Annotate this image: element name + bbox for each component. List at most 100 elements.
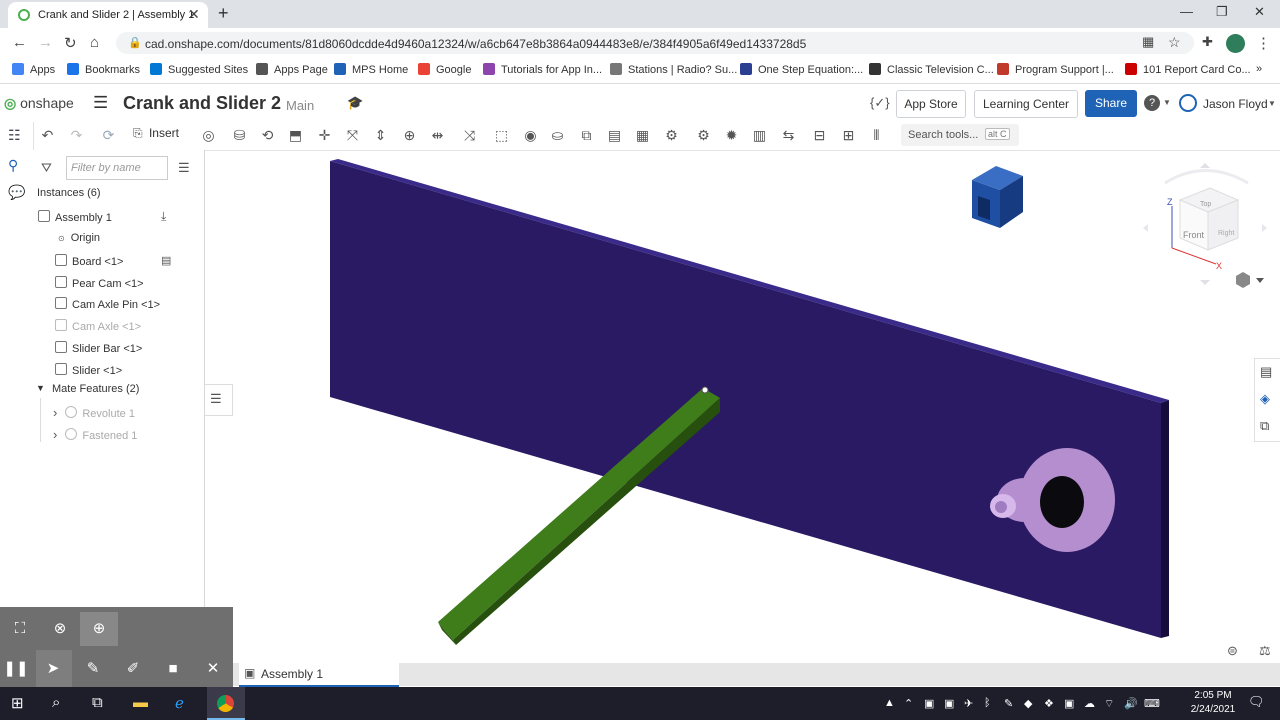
revolute-mate-icon[interactable]: ⟲ xyxy=(259,127,276,144)
keyboard-icon[interactable]: ⌨ xyxy=(1144,697,1160,710)
render-options-icon[interactable]: ⊜ xyxy=(1227,643,1238,659)
expand-chevron-icon[interactable]: › xyxy=(53,427,57,442)
group-icon[interactable]: ⬚ xyxy=(493,127,510,144)
maximize-icon[interactable]: ❐ xyxy=(1216,4,1228,20)
back-icon[interactable]: ← xyxy=(12,34,27,51)
screw-relation-icon[interactable]: ▥ xyxy=(751,127,768,144)
camera-tool-icon[interactable]: ■ xyxy=(160,656,186,682)
pen-icon[interactable]: ✎ xyxy=(1004,697,1013,710)
view-options-icon[interactable] xyxy=(1236,272,1264,288)
pattern-icon[interactable]: ▤ xyxy=(606,127,623,144)
bookmark-item[interactable]: Suggested Sites xyxy=(150,63,248,76)
bom-panel-icon[interactable]: ⧉ xyxy=(1260,418,1269,434)
tree-item-assembly[interactable]: Assembly 1 xyxy=(38,210,112,224)
lock-icon[interactable]: 🔒 xyxy=(128,36,142,49)
undo-icon[interactable]: ↶ xyxy=(39,127,56,144)
mate-features-header[interactable]: Mate Features (2) xyxy=(52,383,139,395)
view-cube[interactable]: Top Front Right Z X xyxy=(1167,187,1240,271)
collapse-mates-icon[interactable]: ▼ xyxy=(36,383,45,393)
taskbar-clock[interactable]: 2:05 PM 2/24/2021 xyxy=(1188,689,1238,717)
slider-part[interactable] xyxy=(972,166,1023,228)
bookmark-item[interactable]: Stations | Radio? Su... xyxy=(610,63,737,76)
dropbox-icon[interactable]: ❖ xyxy=(1044,697,1054,710)
tangent-mate-icon[interactable]: ⤨ xyxy=(461,127,478,144)
rotate-right-arrow-icon[interactable] xyxy=(1262,224,1267,232)
mate-connector-icon[interactable]: ◎ xyxy=(200,127,217,144)
named-views-icon[interactable]: ⫴ xyxy=(868,127,885,144)
pen-tool-icon[interactable]: ✎ xyxy=(80,656,106,682)
featurescript-icon[interactable]: {✓} xyxy=(870,95,890,111)
workspace-name[interactable]: Main xyxy=(286,98,314,113)
parallel-mate-icon[interactable]: ⇹ xyxy=(429,127,446,144)
exploded-view-icon[interactable]: ▦ xyxy=(634,127,651,144)
user-name[interactable]: Jason Floyd xyxy=(1203,97,1268,111)
windows-start-icon[interactable]: ⊞ xyxy=(11,694,24,712)
tree-item-instance[interactable]: Board <1> xyxy=(55,254,123,268)
pin-slot-mate-icon[interactable]: ⇕ xyxy=(372,127,389,144)
browser-menu-icon[interactable]: ⋮ xyxy=(1256,34,1271,52)
rotate-down-arrow-icon[interactable] xyxy=(1200,280,1210,285)
graphics-viewport[interactable]: Top Front Right Z X xyxy=(205,150,1280,662)
document-title[interactable]: Crank and Slider 2 xyxy=(123,93,281,114)
filter-icon[interactable]: ⛛ xyxy=(41,160,52,176)
teams-icon[interactable]: ▣ xyxy=(924,697,934,710)
tree-item-mate[interactable]: › Fastened 1 xyxy=(53,427,137,442)
tree-item-instance[interactable]: Pear Cam <1> xyxy=(55,275,144,290)
google-drive-icon[interactable]: ▲ xyxy=(884,697,895,709)
board-options-icon[interactable]: ▤ xyxy=(161,254,171,267)
tree-item-instance[interactable]: Slider Bar <1> xyxy=(55,340,142,355)
learning-center-button[interactable]: Learning Center xyxy=(974,90,1078,118)
volume-icon[interactable]: 🔊 xyxy=(1124,697,1138,710)
user-avatar-icon[interactable] xyxy=(1179,94,1197,112)
more-bookmarks-icon[interactable]: » xyxy=(1256,63,1262,75)
close-tab-icon[interactable]: ✕ xyxy=(188,6,200,23)
url-text[interactable]: cad.onshape.com/documents/81d8060dcdde4d… xyxy=(145,37,806,51)
bluetooth-icon[interactable]: ᛒ xyxy=(984,697,991,709)
forward-icon[interactable]: → xyxy=(38,34,53,51)
bookmark-item[interactable]: 101 Report Card Co... xyxy=(1125,63,1251,76)
bookmark-item[interactable]: Tutorials for App In... xyxy=(483,63,602,76)
rotate-view-arc[interactable] xyxy=(1164,169,1249,185)
home-icon[interactable]: ⌂ xyxy=(90,34,99,51)
acrobat-icon[interactable]: ▣ xyxy=(944,697,954,710)
relation-icon[interactable]: ◉ xyxy=(522,127,539,144)
bookmark-item[interactable]: Bookmarks xyxy=(67,63,140,76)
cloud-icon[interactable]: ☁ xyxy=(1084,697,1095,710)
ball-mate-icon[interactable]: ⊕ xyxy=(401,127,418,144)
taskbar-search-icon[interactable]: ⌕ xyxy=(52,694,60,711)
feature-list-icon[interactable]: ☷ xyxy=(8,127,21,144)
section-view-icon[interactable]: ⚙ xyxy=(663,127,680,144)
network-tool-icon[interactable]: ✈ xyxy=(964,697,973,710)
profile-avatar[interactable] xyxy=(1226,34,1245,53)
edge-browser-icon[interactable]: ℯ xyxy=(175,694,184,712)
cylindrical-mate-icon[interactable]: ⤧ xyxy=(344,127,361,144)
measure-tool-icon[interactable]: ⚖ xyxy=(1259,643,1271,659)
board-side-edge[interactable] xyxy=(1161,400,1169,638)
chrome-taskbar-icon[interactable] xyxy=(217,695,234,712)
bookmark-item[interactable]: Apps Page xyxy=(256,63,328,76)
rack-pinion-icon[interactable]: ✹ xyxy=(723,127,740,144)
tab-assembly-1[interactable]: ▣ Assembly 1 xyxy=(239,663,399,687)
tree-item-origin[interactable]: ⊙ Origin xyxy=(58,232,100,244)
mate-connector-point[interactable] xyxy=(701,386,709,394)
rotate-left-arrow-icon[interactable] xyxy=(1143,224,1148,232)
pointer-tool-icon[interactable]: ➤ xyxy=(40,656,66,682)
gear-relation-icon[interactable]: ⚙ xyxy=(695,127,712,144)
security-icon[interactable]: ◆ xyxy=(1024,697,1032,710)
parts-icon[interactable]: ⚲ xyxy=(8,157,18,174)
share-button[interactable]: Share xyxy=(1085,90,1137,117)
minimize-icon[interactable]: — xyxy=(1180,4,1193,19)
linear-relation-icon[interactable]: ⇆ xyxy=(780,127,797,144)
user-dropdown-icon[interactable]: ▼ xyxy=(1268,99,1276,108)
tree-item-instance[interactable]: Slider <1> xyxy=(55,362,122,377)
bookmark-item[interactable]: Google xyxy=(418,63,471,76)
task-view-icon[interactable]: ⧉ xyxy=(92,694,103,711)
redo-icon[interactable]: ↷ xyxy=(68,127,85,144)
extensions-icon[interactable]: ✚ xyxy=(1202,34,1213,50)
onshape-logo[interactable]: ◎ onshape xyxy=(4,95,74,112)
webcam-toggle-icon[interactable]: ⊗ xyxy=(47,616,73,642)
properties-panel-icon[interactable]: ▤ xyxy=(1260,364,1272,380)
bookmark-star-icon[interactable]: ☆ xyxy=(1168,34,1181,51)
zoom-tool-icon[interactable]: ⊕ xyxy=(86,616,112,642)
mass-properties-icon[interactable]: ⊞ xyxy=(840,127,857,144)
